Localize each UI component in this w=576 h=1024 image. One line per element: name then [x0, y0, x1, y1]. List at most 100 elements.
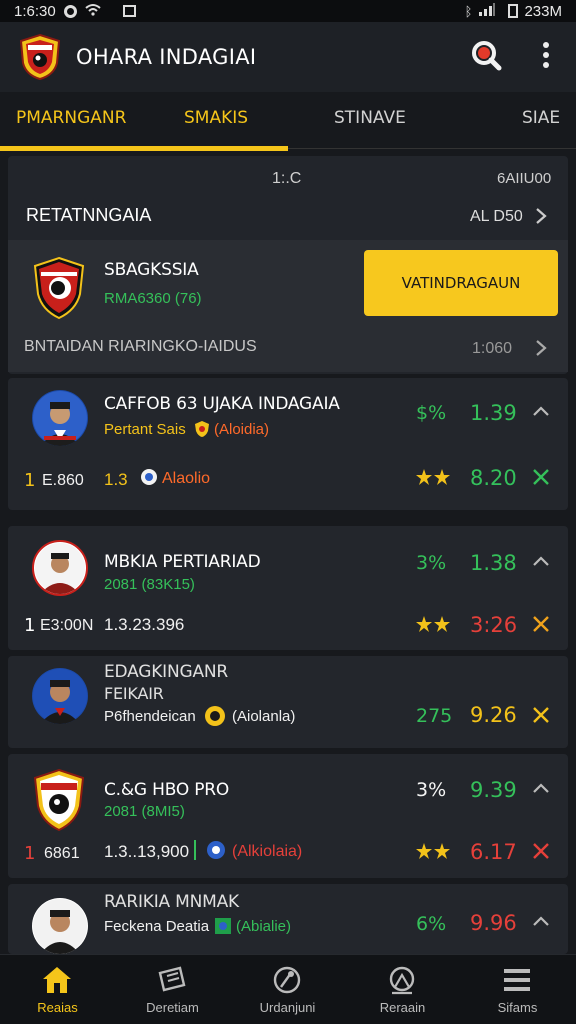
row-value-primary: 9.26 [470, 703, 517, 727]
row-name: CAFFOB 63 UJAKA INDAGAIA [104, 394, 340, 414]
row-mid-a: 1.3..13,900 [104, 842, 190, 861]
status-time: 1:6:30 [14, 2, 56, 20]
tab-stinave[interactable]: STINAVE [334, 108, 406, 128]
active-tab-indicator [0, 146, 288, 151]
image-icon [122, 5, 136, 17]
stars-icon [416, 615, 450, 638]
signal-icon [478, 2, 496, 20]
row-sub-label: 2081 (8MI5) [104, 803, 185, 820]
app-header: OHARA INDAGIAI [0, 22, 576, 92]
row-pct: 275 [416, 705, 453, 727]
close-icon[interactable] [532, 706, 550, 729]
status-right-text: 233M [524, 2, 562, 20]
nav-item-sifams[interactable]: Sifams [460, 955, 575, 1024]
nav-label: Urdanjuni [259, 1000, 316, 1015]
row-value-primary: 9.39 [470, 778, 517, 802]
row-name: C.&G HBO PRO [104, 780, 230, 800]
tab-bar: PMARNGANR SMAKIS STINAVE SIAE [0, 92, 576, 152]
section-title: RETATNNGAIA [26, 205, 152, 225]
row-left-number: 1 [24, 470, 36, 491]
search-icon [469, 38, 503, 77]
app-title: OHARA INDAGIAI [76, 45, 257, 69]
wifi-icon [85, 3, 101, 20]
avatar [32, 540, 88, 596]
row-left-code: E3:00N [40, 617, 94, 634]
row-name-secondary: FEIKAIR [104, 684, 164, 703]
row-sub-tag: (Aloidia) [214, 421, 270, 438]
row-left-number: 1 [24, 843, 36, 864]
stars-icon [416, 468, 450, 491]
avatar [32, 898, 88, 954]
row-left-code: E.860 [42, 472, 84, 489]
menu-icon [504, 969, 530, 991]
row-mid-b: Alaolio [162, 470, 211, 487]
home-icon [43, 967, 71, 993]
row-sub-label: Pertant Sais [104, 421, 186, 438]
nav-item-deretiam[interactable]: Deretiam [115, 955, 230, 1024]
ball-icon [273, 966, 301, 994]
featured-sub: RMA6360 (76) [104, 290, 202, 307]
nav-item-urdanjuni[interactable]: Urdanjuni [230, 955, 345, 1024]
row-mid-a: 1.3.23.396 [104, 615, 185, 634]
chevron-right-icon[interactable] [534, 206, 548, 231]
chevron-up-icon[interactable] [532, 404, 550, 422]
featured-footer-label: BNTAIDAN RIARINGKO-IAIDUS [24, 338, 257, 355]
tab-smakis[interactable]: SMAKIS [184, 108, 248, 128]
column-header-mid: 1:.C [272, 170, 302, 187]
featured-action-button[interactable]: VATINDRAGAUN [364, 250, 558, 316]
chevron-right-icon[interactable] [534, 338, 548, 363]
flag-icon [214, 917, 232, 940]
chevron-up-icon[interactable] [532, 781, 550, 799]
row-sub-tag: (Aiolanla) [232, 708, 296, 725]
row-pct: 6% [416, 913, 447, 935]
nav-label: Reraain [379, 1000, 426, 1015]
row-sub-label: 2081 (83K15) [104, 576, 195, 593]
nav-item-reraain[interactable]: Reraain [345, 955, 460, 1024]
column-header-right: 6AIIU00 [497, 170, 552, 187]
close-icon[interactable] [532, 468, 550, 491]
featured-name: SBAGKSSIA [104, 260, 199, 280]
avatar [32, 668, 88, 724]
row-value-secondary: 3:26 [470, 613, 518, 637]
search-button[interactable] [466, 37, 506, 77]
row-sub-tag: (Abialie) [236, 918, 292, 935]
chevron-up-icon[interactable] [532, 554, 550, 572]
trophy-icon [389, 966, 415, 995]
nav-item-home[interactable]: Reaias [0, 955, 115, 1024]
bluetooth-icon: ᛒ [464, 3, 473, 19]
row-value-primary: 1.39 [470, 401, 517, 425]
battery-icon [508, 4, 519, 18]
row-name: MBKIA PERTIARIAD [104, 552, 261, 572]
row-value-secondary: 8.20 [470, 466, 517, 490]
featured-footer-value: 1:060 [472, 340, 513, 357]
close-icon[interactable] [532, 615, 550, 638]
avatar [32, 390, 88, 446]
app-logo[interactable] [18, 33, 62, 81]
close-icon[interactable] [532, 842, 550, 865]
status-bar: 1:6:30 ᛒ 233M [0, 0, 576, 22]
row-name: RARIKIA MNMAK [104, 892, 240, 912]
list-item[interactable] [8, 656, 568, 748]
nav-label: Reaias [37, 1000, 78, 1015]
row-pct: 3% [416, 779, 447, 801]
stars-icon [416, 842, 450, 865]
row-mid-b: (Alkiolaia) [232, 843, 303, 860]
section-link[interactable]: AL D50 [470, 208, 523, 226]
shield-badge-icon [194, 420, 210, 443]
tab-divider [288, 148, 576, 149]
ball-badge-icon [206, 840, 226, 865]
row-value-primary: 9.96 [470, 911, 517, 935]
club-crest-icon [32, 256, 86, 320]
more-menu-button[interactable] [534, 37, 558, 77]
nav-label: Deretiam [146, 1000, 199, 1015]
tab-siae[interactable]: SIAE [522, 108, 560, 128]
ball-badge-icon [140, 468, 158, 491]
row-sub-label: P6fhendeican [104, 708, 196, 725]
row-pct: $% [416, 402, 447, 424]
bottom-navigation: Reaias Deretiam Urdanjuni Reraain Sifams [0, 954, 576, 1024]
tab-pmarnganr[interactable]: PMARNGANR [16, 108, 126, 128]
row-mid-a: 1.3 [104, 470, 128, 489]
medal-icon [204, 705, 226, 732]
row-left-code: 6861 [44, 845, 80, 862]
chevron-up-icon[interactable] [532, 914, 550, 932]
